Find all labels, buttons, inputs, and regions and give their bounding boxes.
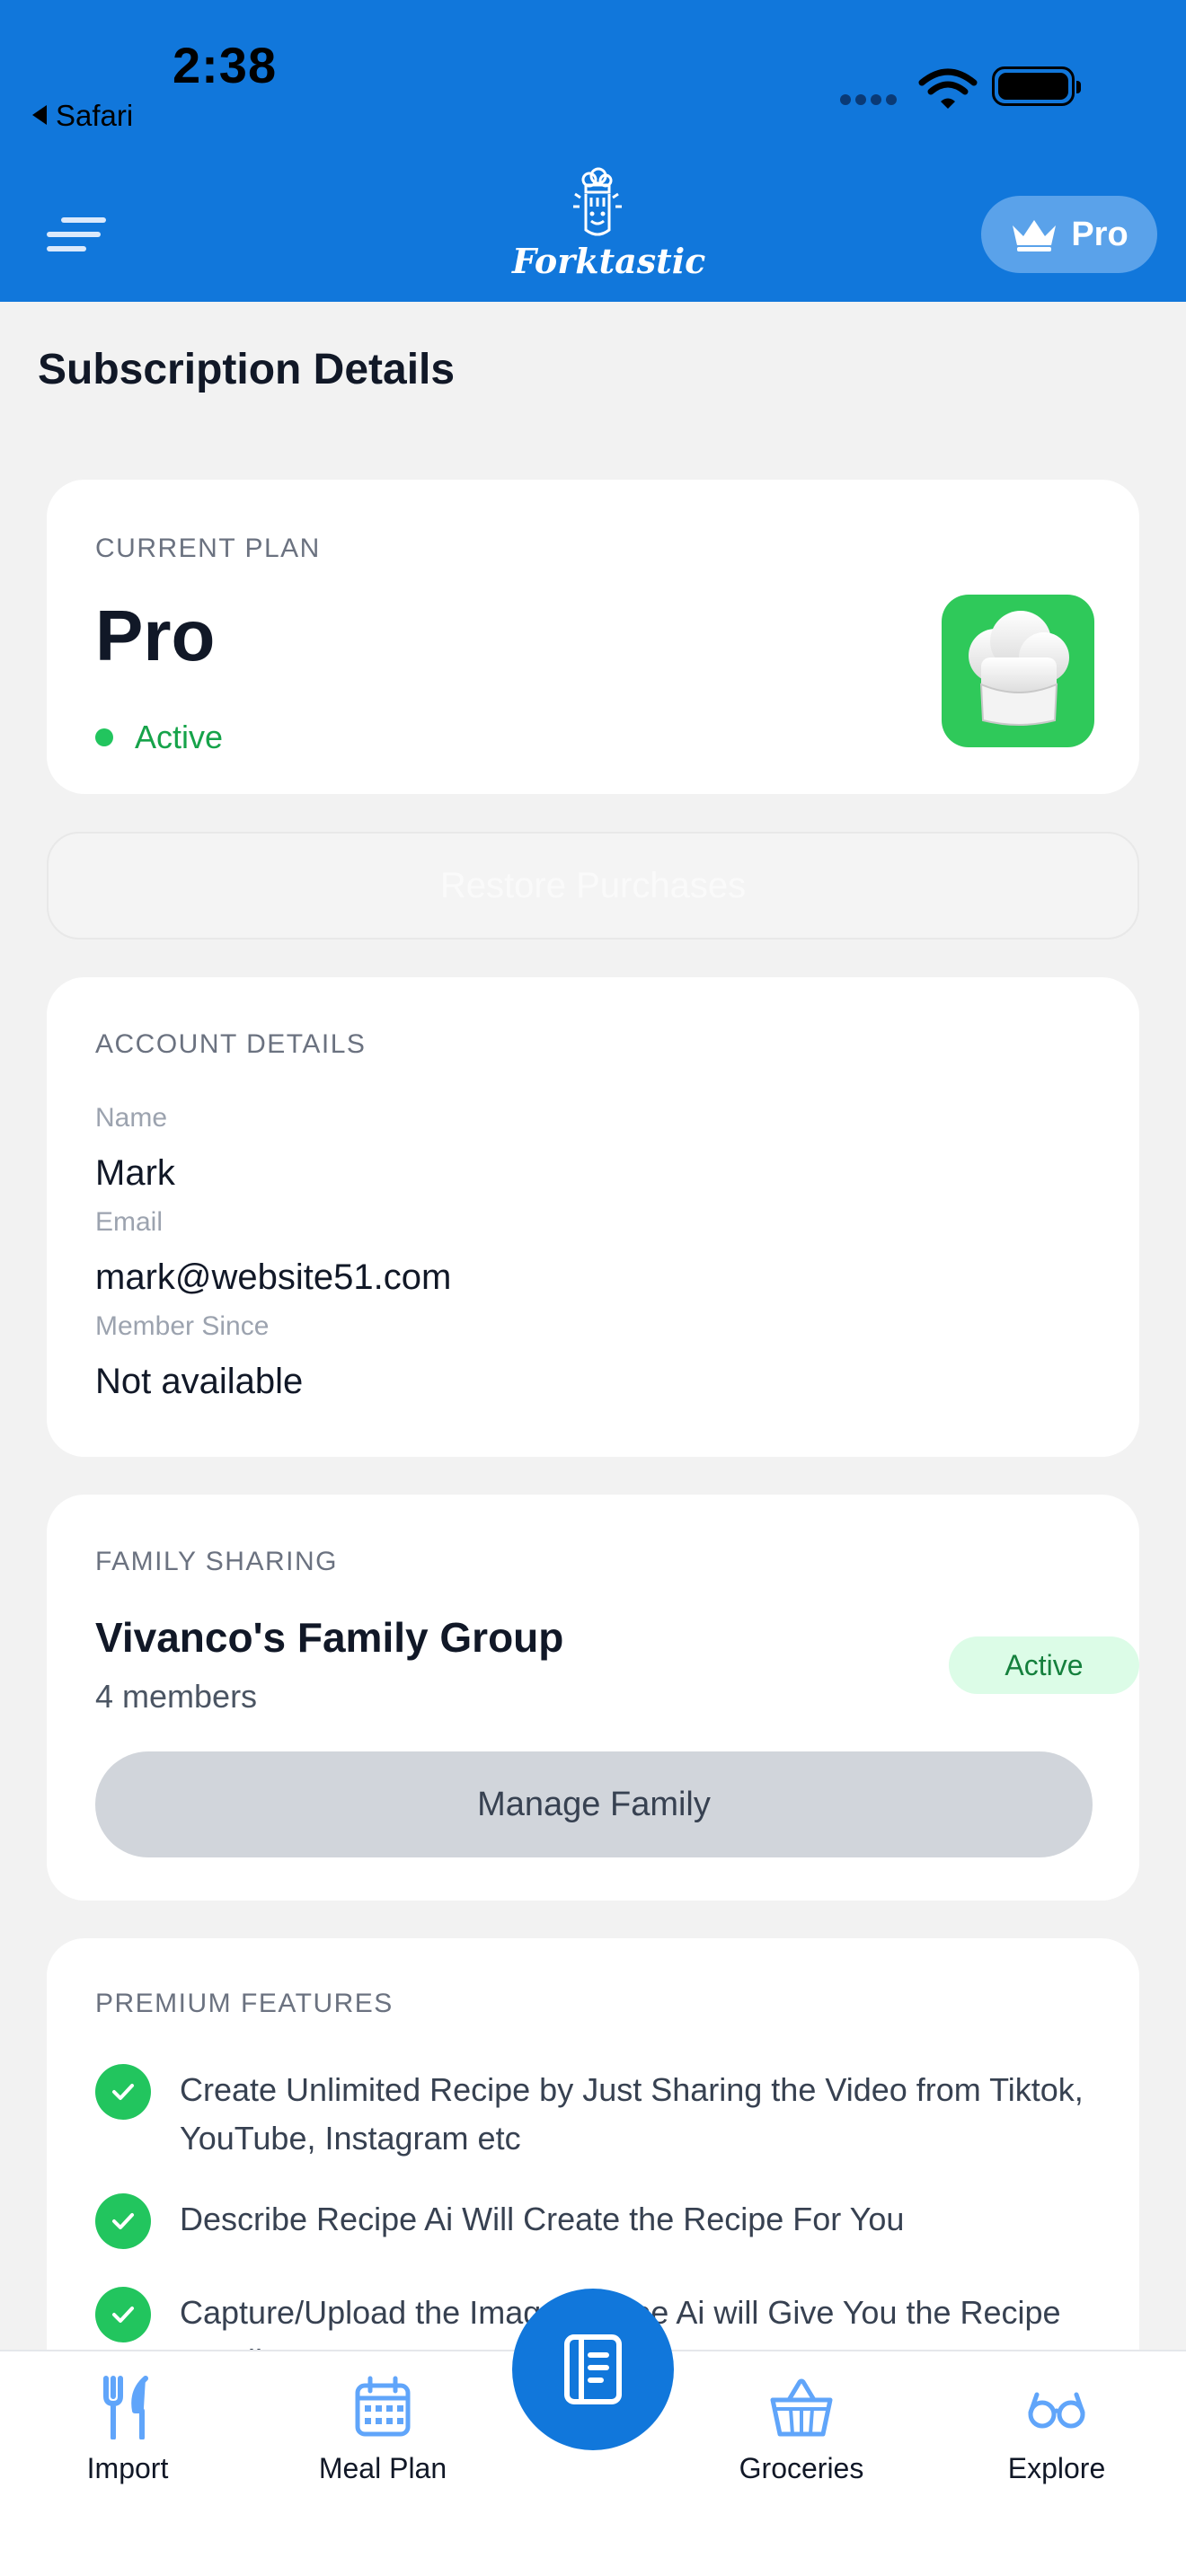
app-header: 2:38 Safari Forktastic Pro [0,0,1186,302]
member-since-value: Not available [95,1362,304,1401]
manage-family-button[interactable]: Manage Family [95,1751,1093,1857]
battery-icon [992,66,1081,106]
email-label: Email [95,1207,164,1237]
page-title: Subscription Details [38,346,456,393]
member-since-label: Member Since [95,1311,270,1341]
family-group-name: Vivanco's Family Group [95,1614,564,1661]
name-value: Mark [95,1153,175,1193]
check-icon [95,2064,151,2120]
account-details-label: ACCOUNT DETAILS [95,1029,367,1059]
current-plan-label: CURRENT PLAN [95,534,321,563]
feature-item: Create Unlimited Recipe by Just Sharing … [95,2064,1093,2163]
recipe-book-icon [564,2334,622,2404]
cellular-signal-icon [840,93,903,106]
account-details-card: ACCOUNT DETAILS Name Mark Email mark@web… [47,977,1139,1457]
nav-explore-label: Explore [1007,2452,1106,2484]
family-sharing-card: FAMILY SHARING Vivanco's Family Group 4 … [47,1495,1139,1901]
fork-knife-icon [103,2376,148,2439]
app-logo: Forktastic [512,167,706,300]
chef-fork-logo-icon [573,167,622,236]
family-status-badge: Active [949,1636,1139,1694]
nav-meal-plan-label: Meal Plan [318,2452,447,2484]
feature-item: Describe Recipe Ai Will Create the Recip… [95,2193,1093,2249]
pro-label: Pro [1071,215,1128,253]
recipe-book-button[interactable] [512,2289,674,2450]
restore-purchases-button[interactable]: Restore Purchases [47,832,1139,940]
nav-import-label: Import [86,2452,169,2484]
glasses-icon [1028,2392,1085,2429]
nav-groceries[interactable]: Groceries [703,2375,900,2485]
calendar-icon [355,2376,411,2437]
family-sharing-label: FAMILY SHARING [95,1547,338,1576]
status-time: 2:38 [173,37,278,93]
family-member-count: 4 members [95,1678,258,1715]
feature-text: Describe Recipe Ai Will Create the Recip… [180,2201,905,2237]
nav-explore[interactable]: Explore [958,2375,1155,2485]
email-value: mark@website51.com [95,1257,452,1297]
nav-groceries-label: Groceries [739,2452,864,2484]
basket-icon [770,2378,833,2437]
plan-name: Pro [95,595,216,675]
menu-icon [61,217,106,223]
chef-hat-icon [942,595,1094,747]
plan-status: Active [95,719,223,756]
current-plan-card: CURRENT PLAN Pro Active [47,480,1139,794]
status-dot-icon [95,728,113,746]
premium-features-label: PREMIUM FEATURES [95,1989,394,2018]
check-icon [95,2287,151,2342]
menu-button[interactable] [47,214,106,255]
wifi-icon [918,68,978,109]
pro-button[interactable]: Pro [981,196,1157,273]
back-to-app-link[interactable]: Safari [32,99,133,133]
logo-text: Forktastic [512,241,706,281]
back-arrow-icon [32,105,47,125]
feature-text: Create Unlimited Recipe by Just Sharing … [180,2071,1084,2157]
back-app-label: Safari [56,99,134,132]
nav-import[interactable]: Import [29,2375,226,2485]
plan-status-text: Active [135,719,224,755]
nav-meal-plan[interactable]: Meal Plan [284,2375,482,2485]
crown-icon [1013,220,1057,251]
check-icon [95,2193,151,2249]
name-label: Name [95,1103,168,1133]
